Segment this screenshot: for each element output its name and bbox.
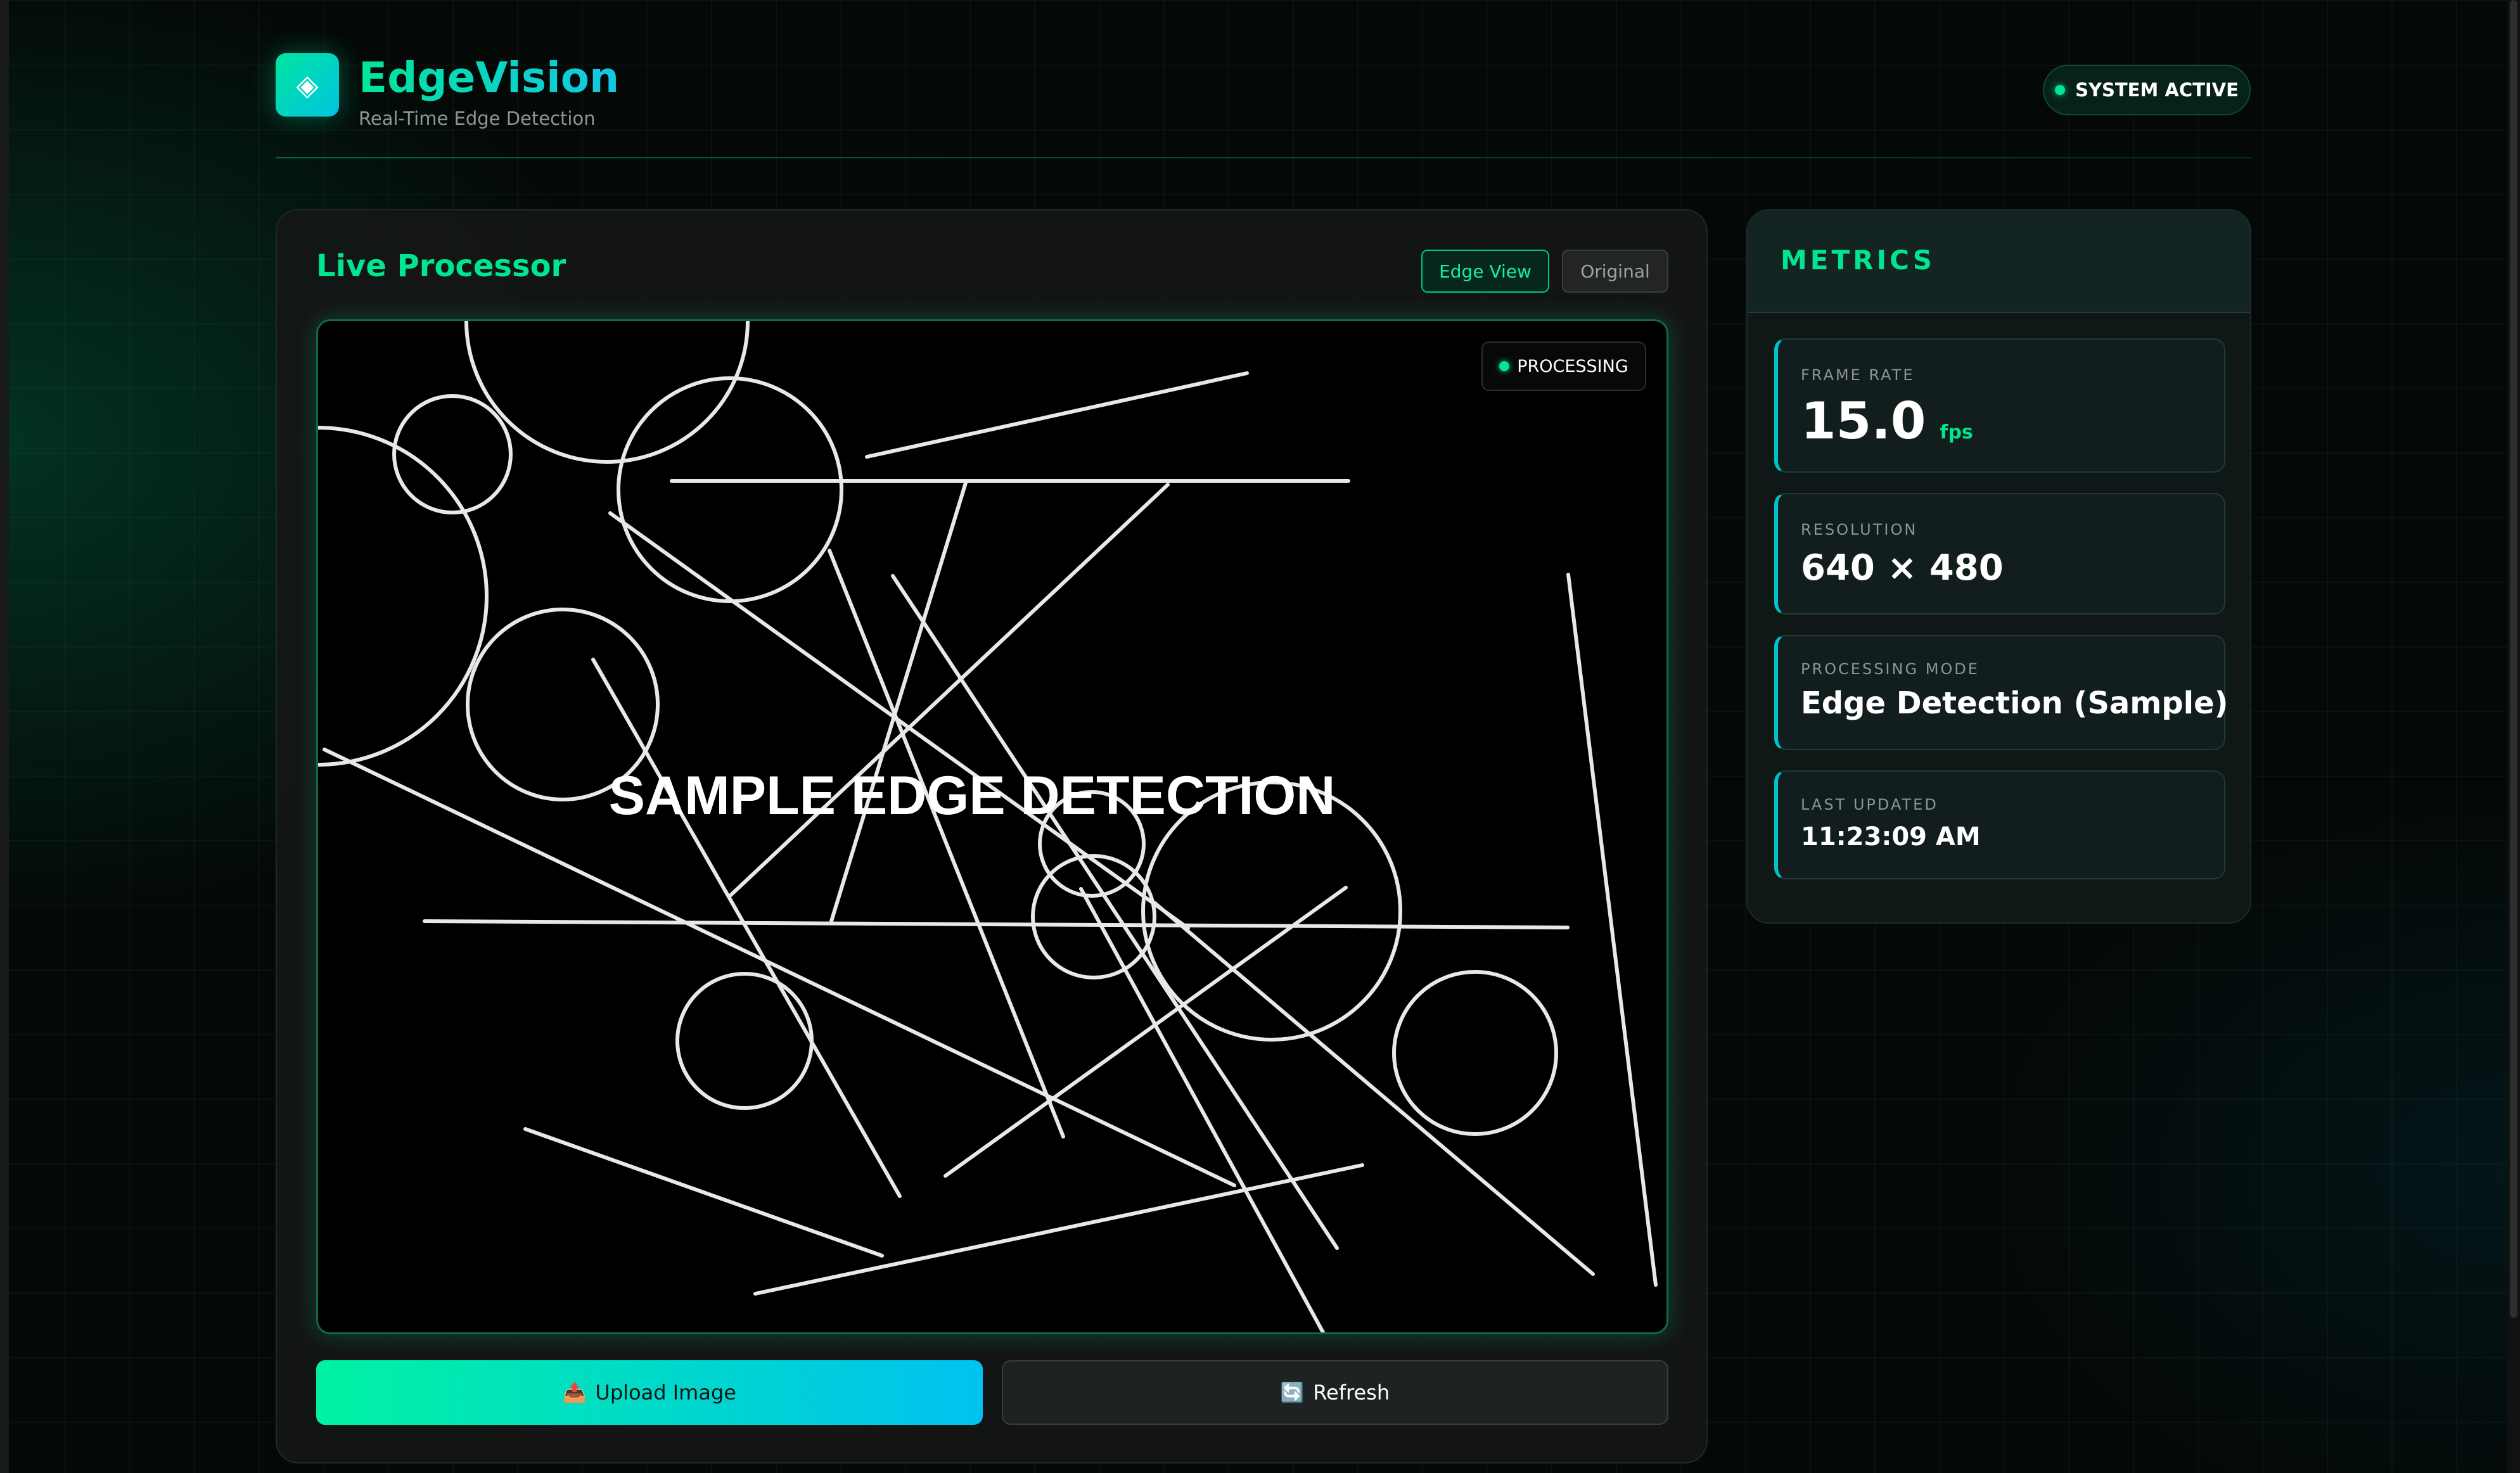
refresh-icon: 🔄	[1280, 1381, 1305, 1404]
vertical-scrollbar[interactable]	[2507, 0, 2520, 1473]
processing-mode-value: Edge Detection (Sample)	[1801, 685, 2229, 721]
edge-circle	[675, 972, 814, 1110]
edge-line	[829, 479, 968, 923]
edge-line	[1566, 573, 1658, 1287]
processing-badge-text: PROCESSING	[1517, 356, 1628, 376]
window-left-edge	[0, 0, 9, 1473]
upload-image-button[interactable]: 📤 Upload Image	[316, 1360, 983, 1425]
processing-badge: PROCESSING	[1481, 341, 1646, 391]
processing-canvas: SAMPLE EDGE DETECTION PROCESSING	[316, 319, 1668, 1334]
resolution-value: 640 × 480	[1801, 547, 2004, 589]
edge-circle	[318, 426, 489, 767]
metrics-header: METRICS	[1748, 210, 2250, 313]
metric-card-last-updated: LAST UPDATED 11:23:09 AM	[1774, 770, 2225, 879]
metrics-panel: METRICS FRAME RATE 15.0 fps RESOLUTION 64…	[1746, 209, 2251, 924]
edge-line	[523, 1127, 884, 1258]
edge-line	[1079, 887, 1326, 1332]
edge-circle	[617, 376, 843, 603]
status-dot-icon	[2055, 85, 2066, 95]
app-title: EdgeVision	[359, 49, 619, 106]
edge-line	[591, 658, 902, 1198]
diamond-icon: ◈	[296, 68, 319, 102]
edge-view-button[interactable]: Edge View	[1421, 250, 1549, 293]
panel-title: Live Processor	[316, 248, 566, 284]
metric-label: LAST UPDATED	[1801, 796, 1938, 813]
metric-card-frame-rate: FRAME RATE 15.0 fps	[1774, 338, 2225, 473]
edge-line	[1153, 901, 1595, 1276]
header-divider	[276, 157, 2251, 158]
frame-rate-unit: fps	[1940, 421, 1973, 443]
last-updated-value: 11:23:09 AM	[1801, 822, 1981, 851]
edge-circle	[1392, 970, 1558, 1136]
refresh-button[interactable]: 🔄 Refresh	[1002, 1360, 1668, 1425]
live-processor-panel: Live Processor Edge View Original SAMPLE…	[276, 209, 1708, 1463]
edge-line	[753, 1163, 1364, 1296]
metrics-title: METRICS	[1781, 245, 1935, 276]
edge-line	[865, 371, 1249, 459]
system-status-badge: SYSTEM ACTIVE	[2043, 65, 2251, 115]
upload-icon: 📤	[563, 1381, 587, 1404]
edge-detection-image: SAMPLE EDGE DETECTION	[318, 321, 1658, 1332]
canvas-overlay-text: SAMPLE EDGE DETECTION	[609, 765, 1336, 826]
metric-label: RESOLUTION	[1801, 521, 1918, 539]
processing-dot-icon	[1499, 361, 1510, 371]
edge-circle	[1031, 854, 1156, 979]
scrollbar-thumb[interactable]	[2510, 0, 2517, 1318]
original-view-button[interactable]: Original	[1562, 250, 1668, 293]
frame-rate-value: 15.0	[1801, 392, 1926, 450]
system-status-text: SYSTEM ACTIVE	[2075, 79, 2239, 101]
metric-label: FRAME RATE	[1801, 366, 1915, 384]
logo-badge: ◈	[276, 53, 339, 117]
edge-line	[423, 919, 1570, 929]
metric-card-resolution: RESOLUTION 640 × 480	[1774, 493, 2225, 615]
upload-button-label: Upload Image	[595, 1381, 736, 1405]
app-subtitle: Real-Time Edge Detection	[359, 108, 596, 129]
metric-value: 15.0 fps	[1801, 392, 1973, 450]
edge-line	[728, 483, 1170, 898]
metric-label: PROCESSING MODE	[1801, 660, 1980, 678]
metric-card-processing-mode: PROCESSING MODE Edge Detection (Sample)	[1774, 635, 2229, 750]
edge-line	[891, 574, 1339, 1250]
refresh-button-label: Refresh	[1313, 1381, 1390, 1405]
